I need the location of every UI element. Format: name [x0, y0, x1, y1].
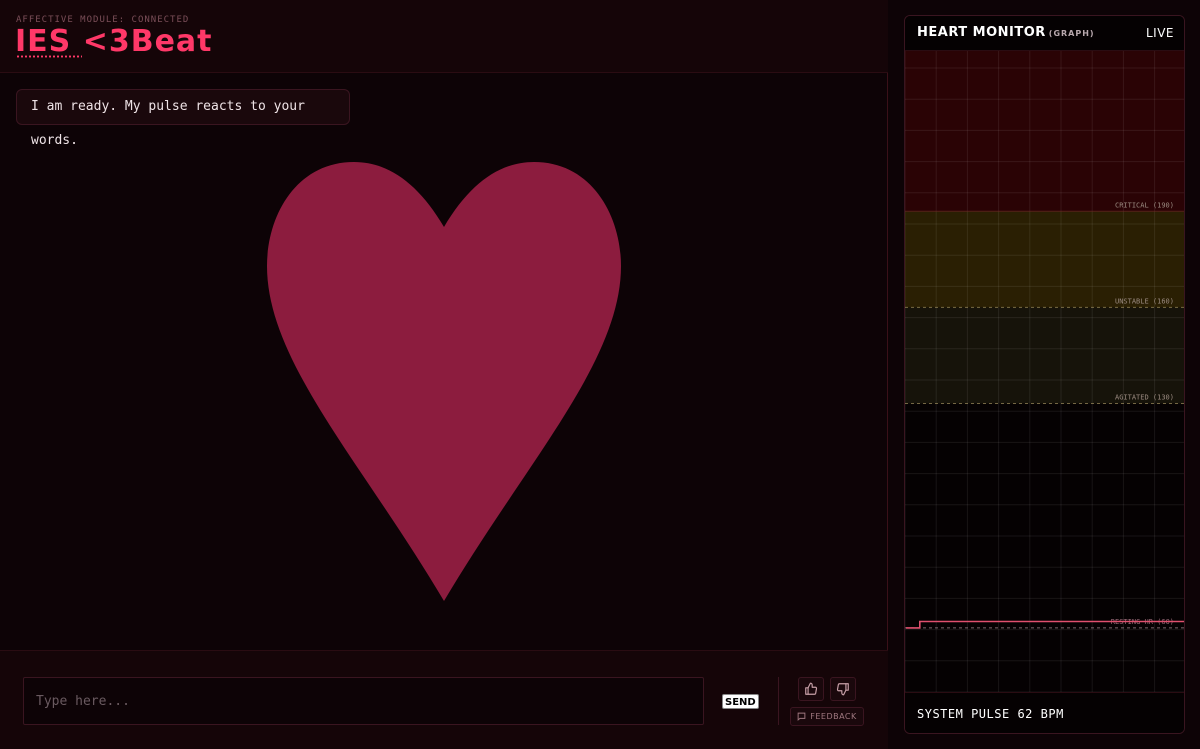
live-badge: LIVE	[1145, 26, 1174, 40]
monitor-header: HEART MONITOR (GRAPH) LIVE	[905, 16, 1184, 51]
title-underline	[16, 55, 82, 58]
pulse-label: SYSTEM PULSE	[917, 707, 1010, 721]
monitor-title-text: HEART MONITOR	[917, 25, 1046, 40]
chat-panel: AFFECTIVE MODULE: CONNECTED IES <3Beat I…	[0, 0, 888, 749]
system-pulse-readout: SYSTEM PULSE 62 BPM	[917, 707, 1064, 721]
monitor-footer: SYSTEM PULSE 62 BPM	[905, 692, 1184, 733]
heart-shape	[267, 162, 621, 601]
chat-input-bar: SEND FEEDBACK	[0, 650, 888, 749]
chat-input[interactable]	[23, 677, 704, 725]
zone-label: UNSTABLE (160)	[1115, 297, 1174, 305]
thumbs-up-icon	[805, 682, 818, 695]
monitor-panel: HEART MONITOR (GRAPH) LIVE CRITICAL (190)…	[889, 0, 1200, 749]
send-button[interactable]: SEND	[722, 694, 759, 709]
zone-label: CRITICAL (190)	[1115, 201, 1174, 209]
divider	[778, 677, 779, 725]
feedback-button[interactable]: FEEDBACK	[790, 707, 864, 726]
monitor-title: HEART MONITOR (GRAPH)	[917, 25, 1095, 40]
thumbs-down-button[interactable]	[830, 677, 856, 701]
assistant-message: I am ready. My pulse reacts to your word…	[16, 89, 350, 148]
pulse-value: 62	[1017, 707, 1033, 721]
thumbs-down-icon	[836, 683, 849, 696]
zone-band	[905, 307, 1184, 404]
zone-band	[905, 51, 1184, 212]
zone-label: AGITATED (130)	[1115, 394, 1174, 402]
zone-band	[905, 211, 1184, 308]
chat-bubble-icon	[797, 712, 806, 721]
monitor-subtitle: (GRAPH)	[1048, 29, 1095, 38]
heart-monitor: HEART MONITOR (GRAPH) LIVE CRITICAL (190)…	[904, 15, 1185, 734]
thumbs-up-button[interactable]	[798, 677, 824, 701]
app-header: AFFECTIVE MODULE: CONNECTED IES <3Beat	[0, 0, 888, 73]
feedback-label: FEEDBACK	[810, 712, 857, 721]
heart-rate-graph: CRITICAL (190) UNSTABLE (160) AGITATED (13…	[905, 51, 1184, 692]
heart-icon	[266, 161, 622, 602]
pulse-unit: BPM	[1040, 707, 1064, 721]
